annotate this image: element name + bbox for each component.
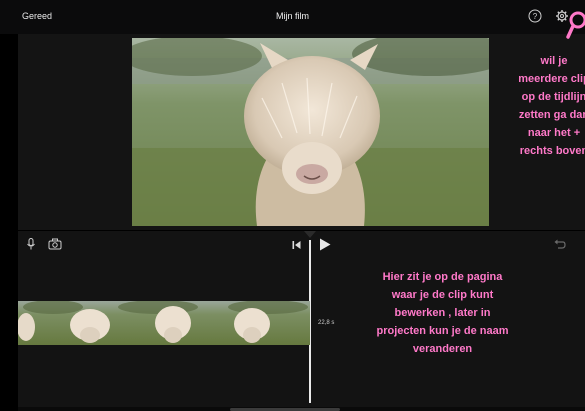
help-icon[interactable]: ?	[528, 9, 542, 23]
project-title: Mijn film	[276, 11, 309, 21]
annotation-top: wil je meerdere clip op de tijdlijn zett…	[494, 52, 585, 160]
clip-thumbnails	[18, 301, 310, 345]
annotation-top-line: meerdere clip	[518, 73, 585, 85]
alpaca-preview-image	[132, 38, 489, 226]
top-toolbar: Gereed Mijn film ?	[0, 0, 585, 34]
annotation-bottom-line: projecten kun je de naam	[376, 325, 509, 337]
annotation-bottom-line: waar je de clip kunt	[391, 289, 494, 301]
video-clip[interactable]	[18, 301, 310, 345]
play-icon[interactable]	[319, 238, 331, 251]
undo-icon[interactable]	[554, 238, 566, 250]
camera-icon[interactable]	[48, 238, 62, 250]
skip-to-start-icon[interactable]	[292, 240, 301, 250]
annotation-bottom: Hier zit je op de pagina waar je de clip…	[340, 268, 545, 358]
annotation-top-line: naar het +	[527, 127, 581, 139]
annotation-top-line: rechts boven	[519, 145, 585, 157]
microphone-icon[interactable]	[26, 238, 36, 250]
annotation-bottom-line: veranderen	[412, 343, 473, 355]
svg-text:?: ?	[533, 12, 538, 21]
annotation-top-line: op de tijdlijn	[521, 91, 585, 103]
annotation-top-line: zetten ga dan	[518, 109, 585, 121]
annotation-bottom-line: Hier zit je op de pagina	[382, 271, 503, 283]
left-margin	[0, 34, 18, 411]
playhead-marker-icon	[304, 231, 316, 238]
clip-duration: 22,8 s	[318, 320, 335, 326]
video-preview[interactable]	[132, 38, 489, 226]
annotation-top-line: wil je	[540, 55, 568, 67]
magnify-icon	[566, 11, 585, 39]
annotation-bottom-line: bewerken , later in	[394, 307, 491, 319]
